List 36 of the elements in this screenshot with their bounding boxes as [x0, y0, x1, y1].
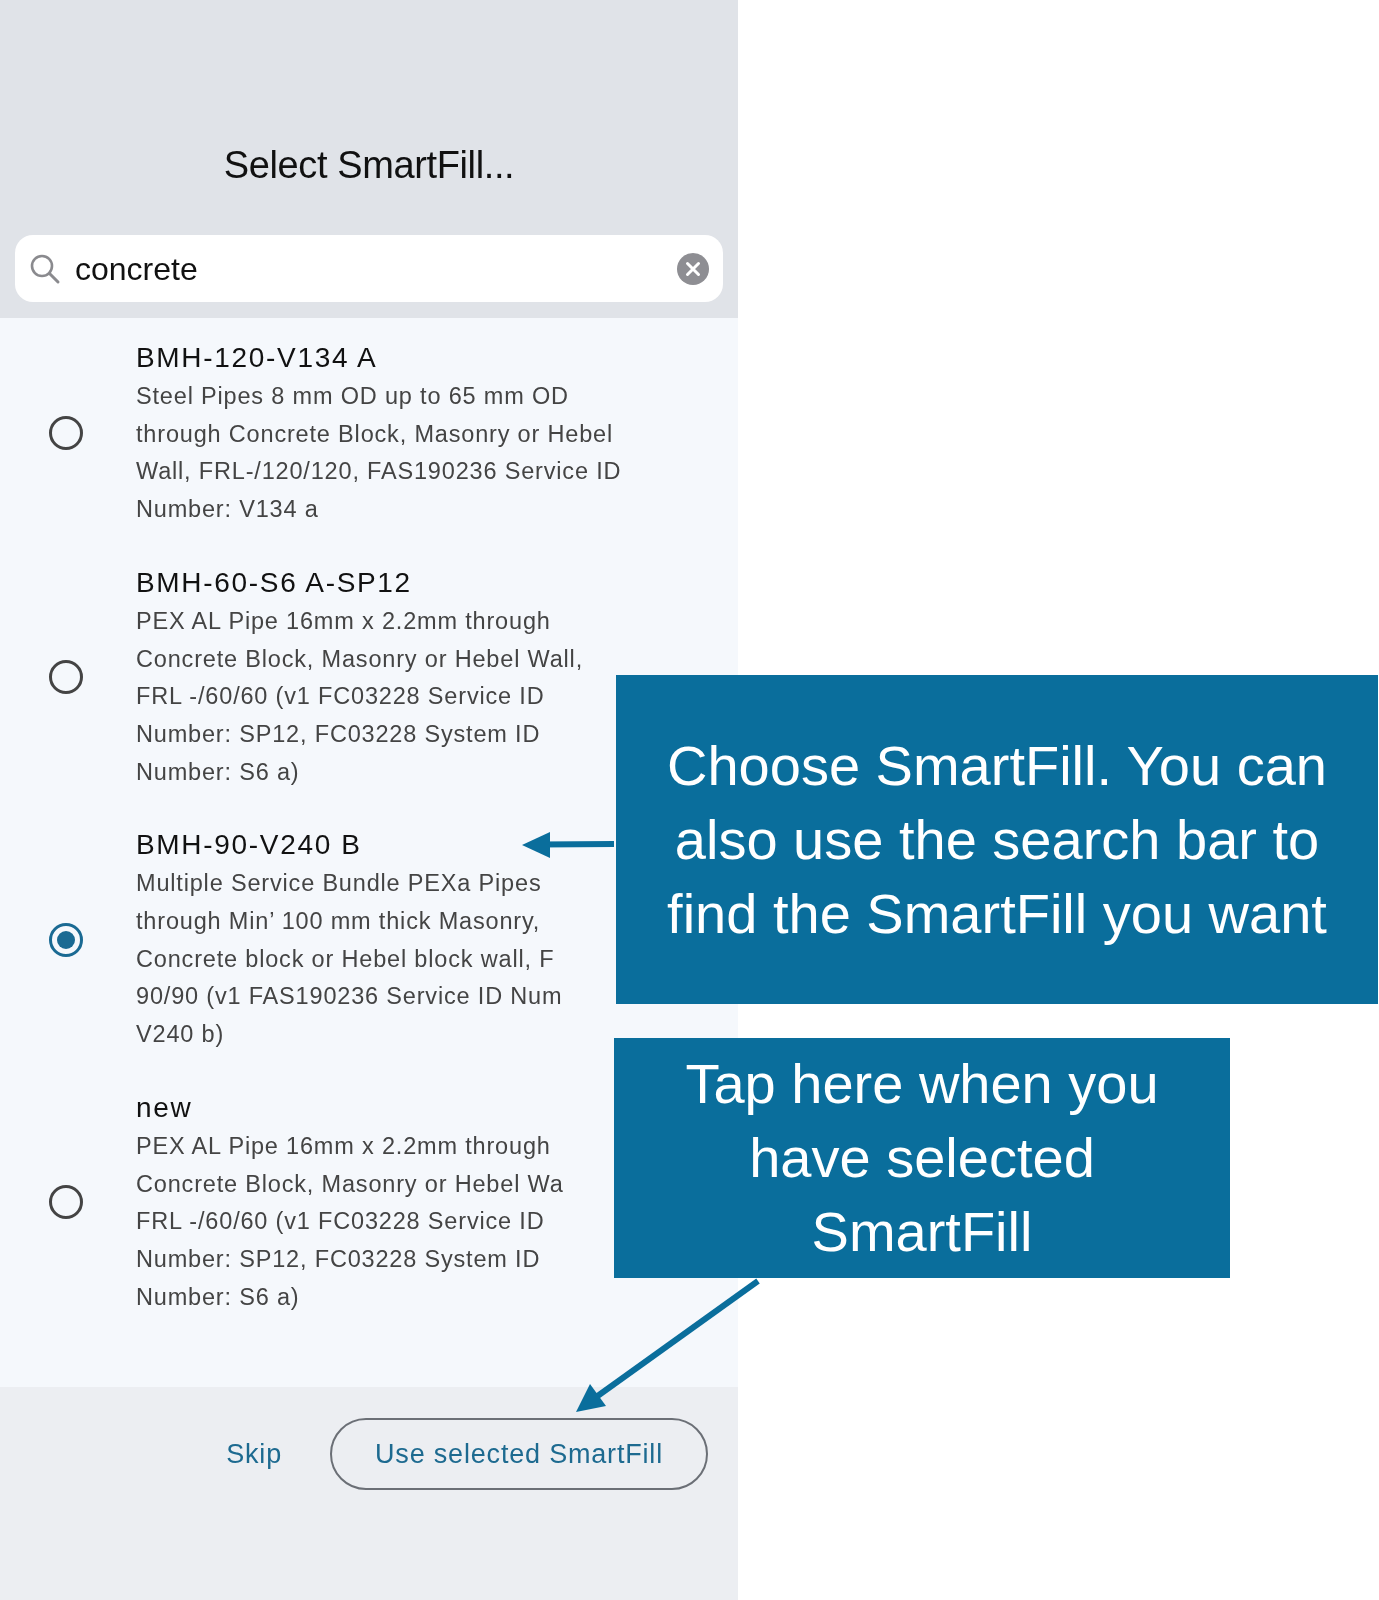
search-field[interactable]: concrete	[15, 235, 723, 302]
item-description: V240 b)	[136, 1020, 225, 1050]
item-code: BMH-60-S6 A-SP12	[136, 565, 412, 600]
item-description: PEX AL Pipe 16mm x 2.2mm through	[136, 606, 551, 636]
item-code: BMH-90-V240 B	[136, 828, 362, 863]
screen-title: Select SmartFill...	[223, 143, 515, 188]
search-icon	[29, 252, 61, 285]
clear-icon[interactable]	[677, 252, 709, 285]
callout-text: Tap here when you have selected SmartFill	[684, 1051, 1160, 1265]
radio-button[interactable]	[49, 1185, 83, 1220]
item-description: FRL -/60/60 (v1 FC03228 Service ID	[136, 1207, 545, 1237]
item-description: Number: V134 a	[136, 495, 319, 525]
item-description: Number: SP12, FC03228 System ID	[136, 719, 541, 749]
item-description: 90/90 (v1 FAS190236 Service ID Num	[136, 982, 563, 1012]
callout-text: Choose SmartFill. You can also use the search bar to find the SmartFill you want	[666, 732, 1328, 947]
skip-button[interactable]: Skip	[224, 1418, 284, 1490]
radio-button[interactable]	[49, 922, 83, 957]
item-description: Steel Pipes 8 mm OD up to 65 mm OD	[136, 382, 569, 411]
radio-button[interactable]	[49, 416, 83, 451]
item-code: new	[136, 1090, 193, 1125]
item-description: Number: S6 a)	[136, 1282, 300, 1312]
item-description: Multiple Service Bundle PEXa Pipes	[136, 869, 542, 899]
item-description: Number: S6 a)	[136, 757, 300, 787]
use-selected-button[interactable]: Use selected SmartFill	[330, 1418, 708, 1490]
item-description: Concrete block or Hebel block wall, F	[136, 944, 555, 974]
item-description: Concrete Block, Masonry or Hebel Wa	[136, 1169, 564, 1199]
item-code: BMH-120-V134 A	[136, 341, 378, 375]
item-description: PEX AL Pipe 16mm x 2.2mm through	[136, 1131, 551, 1161]
radio-button[interactable]	[49, 660, 83, 695]
item-description: through Min’ 100 mm thick Masonry,	[136, 907, 541, 937]
item-description: Wall, FRL-/120/120, FAS190236 Service ID	[136, 457, 622, 487]
item-description: through Concrete Block, Masonry or Hebel	[136, 419, 613, 449]
item-description: Concrete Block, Masonry or Hebel Wall,	[136, 644, 583, 674]
search-input: concrete	[75, 244, 663, 293]
item-description: FRL -/60/60 (v1 FC03228 Service ID	[136, 682, 545, 712]
item-description: Number: SP12, FC03228 System ID	[136, 1244, 541, 1274]
